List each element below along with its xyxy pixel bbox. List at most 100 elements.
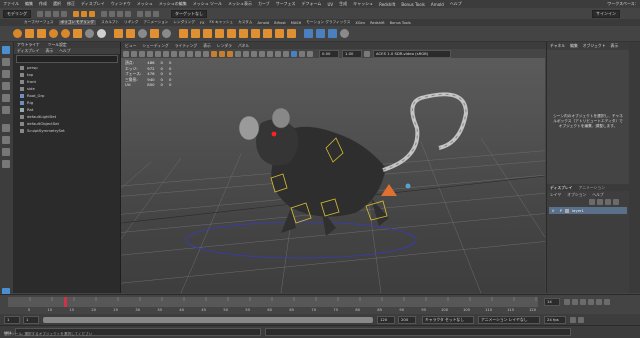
shelf-tab[interactable]: Redshift xyxy=(370,21,385,25)
textured-icon[interactable] xyxy=(235,50,241,57)
menu-item[interactable]: Arnold xyxy=(431,2,444,7)
wireframe-icon[interactable] xyxy=(211,50,217,57)
poly-torus-icon[interactable] xyxy=(61,29,70,38)
layer-down-icon[interactable] xyxy=(597,199,603,205)
menu-item[interactable]: メッシュ xyxy=(137,1,153,7)
layer-menu-help[interactable]: ヘルプ xyxy=(592,192,603,198)
new-layer-selected-icon[interactable] xyxy=(613,199,619,205)
film-gate-icon[interactable] xyxy=(163,50,169,57)
poly-cylinder-icon[interactable] xyxy=(37,29,46,38)
layout-single-icon[interactable] xyxy=(2,124,10,132)
select-tool-icon[interactable] xyxy=(2,46,10,54)
outliner-menu-show[interactable]: 表示 xyxy=(46,48,54,54)
edge-loop-icon[interactable] xyxy=(287,29,296,38)
fill-hole-icon[interactable] xyxy=(215,29,224,38)
anim-layer-dropdown[interactable]: アニメーション レイヤなし xyxy=(478,315,540,324)
gamma-field[interactable]: 1.00 xyxy=(342,49,362,58)
workspace-label[interactable]: ワークスペース: xyxy=(607,0,636,8)
poly-plane-icon[interactable] xyxy=(73,29,82,38)
xray-joints-icon[interactable] xyxy=(307,50,313,57)
step-back-icon[interactable] xyxy=(572,299,578,305)
snap-point-icon[interactable] xyxy=(117,10,123,17)
layer-menu-options[interactable]: オプション xyxy=(567,192,586,198)
save-icon[interactable] xyxy=(45,10,51,17)
outliner-item[interactable]: defaultLightSet xyxy=(14,113,120,120)
xray-icon[interactable] xyxy=(299,50,305,57)
layer-menu-layers[interactable]: レイヤ xyxy=(550,192,561,198)
menu-item[interactable]: 選択 xyxy=(53,1,61,7)
cb-menu-object[interactable]: オブジェクト xyxy=(583,43,606,49)
range-slider-bar[interactable] xyxy=(43,316,373,323)
menu-item[interactable]: ファイル xyxy=(3,1,19,7)
menu-item[interactable]: 修正 xyxy=(67,1,75,7)
go-end-icon[interactable] xyxy=(604,299,610,305)
grid-icon[interactable] xyxy=(155,50,161,57)
menu-item[interactable]: 作成 xyxy=(39,1,47,7)
shelf-tab[interactable]: MASH xyxy=(291,21,302,25)
play-back-icon[interactable] xyxy=(580,299,586,305)
shelf-tab[interactable]: レンダリング xyxy=(173,20,195,25)
outliner-menu-display[interactable]: ディスプレイ xyxy=(17,48,40,54)
anim-end-field[interactable]: 200 xyxy=(398,315,416,324)
merge-icon[interactable] xyxy=(227,29,236,38)
camera-select-icon[interactable] xyxy=(123,50,129,57)
fps-dropdown[interactable]: 24 fps xyxy=(544,315,566,324)
cb-menu-show[interactable]: 表示 xyxy=(611,43,619,49)
select-component-icon[interactable] xyxy=(89,10,95,17)
layout-four-icon[interactable] xyxy=(2,136,10,144)
viewport-menu-renderer[interactable]: レンダラ xyxy=(217,43,232,49)
menu-item[interactable]: Bonus Tools xyxy=(401,2,424,7)
render-settings-icon[interactable] xyxy=(153,10,159,17)
outliner-item[interactable]: Root_Grp xyxy=(14,92,120,99)
outliner-item[interactable]: top xyxy=(14,71,120,78)
ipr-render-icon[interactable] xyxy=(145,10,151,17)
viewport-menu-view[interactable]: ビュー xyxy=(125,43,136,49)
auto-key-icon[interactable] xyxy=(570,316,576,323)
menu-item[interactable]: 生成 xyxy=(339,1,347,7)
menu-item[interactable]: 編集 xyxy=(25,1,33,7)
safe-action-icon[interactable] xyxy=(195,50,201,57)
paint-select-icon[interactable] xyxy=(2,70,10,78)
3d-viewport[interactable]: 頂点: 486 0 0 エッジ: 972 0 0 フェース: 476 0 0 三角形: 940 0 0 … xyxy=(121,58,545,293)
scale-tool-icon[interactable] xyxy=(2,106,10,114)
tab-display-layers[interactable]: ディスプレイ xyxy=(550,185,573,191)
camera-attr-icon[interactable] xyxy=(131,50,137,57)
outliner-item[interactable]: Rat xyxy=(14,106,120,113)
select-hierarchy-icon[interactable] xyxy=(73,10,79,17)
outliner-item[interactable]: defaultObjectSet xyxy=(14,120,120,127)
snap-grid-icon[interactable] xyxy=(101,10,107,17)
menu-item[interactable]: デフォーム xyxy=(302,1,322,7)
undo-icon[interactable] xyxy=(53,10,59,17)
super-shape-icon[interactable] xyxy=(97,29,106,38)
current-time-marker[interactable] xyxy=(64,297,67,307)
target-dropdown[interactable]: ターゲットなし xyxy=(171,9,207,18)
playback-toggle[interactable]: P xyxy=(557,208,565,213)
viewport-menu-lighting[interactable]: ライティング xyxy=(175,43,197,49)
menu-item[interactable]: カーブ xyxy=(258,1,270,7)
shelf-tab-selected[interactable]: ポリゴン モデリング xyxy=(58,20,97,25)
field-chart-icon[interactable] xyxy=(187,50,193,57)
lights-icon[interactable] xyxy=(243,50,249,57)
shelf-tab[interactable]: カスタム xyxy=(238,20,252,25)
anim-prefs-icon[interactable] xyxy=(578,316,584,323)
tab-anim-layers[interactable]: アニメーション xyxy=(579,185,605,191)
isolate-select-icon[interactable] xyxy=(291,50,297,57)
motion-blur-icon[interactable] xyxy=(267,50,273,57)
bookmark-icon[interactable] xyxy=(139,50,145,57)
shelf-tab[interactable]: リギング xyxy=(124,20,138,25)
outliner-item[interactable]: persp xyxy=(14,64,120,71)
snap-curve-icon[interactable] xyxy=(109,10,115,17)
snap-surface-icon[interactable] xyxy=(125,10,131,17)
render-icon[interactable] xyxy=(137,10,143,17)
combine-icon[interactable] xyxy=(114,29,123,38)
viewport-menu-show[interactable]: 表示 xyxy=(203,43,211,49)
layer-up-icon[interactable] xyxy=(589,199,595,205)
rotate-tool-icon[interactable] xyxy=(2,94,10,102)
range-end-field[interactable]: 120 xyxy=(377,315,395,324)
cb-menu-channels[interactable]: チャネル xyxy=(550,43,565,49)
shelf-tab[interactable]: Bifrost xyxy=(274,21,286,25)
menu-item[interactable]: UV xyxy=(327,2,333,7)
lasso-tool-icon[interactable] xyxy=(2,58,10,66)
safe-title-icon[interactable] xyxy=(203,50,209,57)
sign-in-button[interactable]: サインイン xyxy=(592,9,620,18)
